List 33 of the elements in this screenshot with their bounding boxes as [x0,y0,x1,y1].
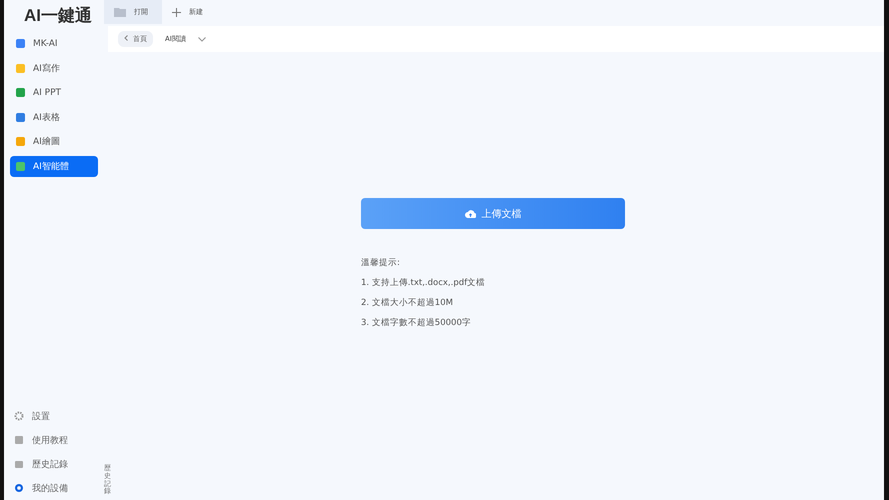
sidebar-item[interactable]: AI寫作 [10,58,98,78]
tip-text: 1. 支持上傳.txt,.docx,.pdf文檔 [361,277,486,289]
sidebar-label: MK-AI [33,38,58,48]
sidebar-item[interactable]: AI智能體 [10,156,98,176]
settings-icon [14,411,24,421]
app-logo: AI一鍵通 [23,5,93,27]
sidebar-footer-item[interactable]: 使用教程 [10,428,98,452]
plus-icon [172,8,181,16]
sidebar-label: AI表格 [33,112,60,124]
footer-label: 歷史記錄 [32,458,68,470]
sidebar-footer-item[interactable]: 歷史記錄 [10,452,98,476]
sidebar-footer-item[interactable]: 設置 [10,404,98,428]
sidebar-label: AI智能體 [33,160,69,172]
sidebar-label: AI寫作 [33,62,60,74]
tips-title: 溫馨提示: [361,257,401,269]
device-icon [14,483,24,493]
cloud-upload-icon [464,210,476,218]
footer-label: 設置 [32,410,50,422]
upload-button[interactable]: 上傳文檔 [361,198,625,229]
sidebar-label: AI PPT [33,88,62,98]
sidebar-item[interactable]: AI表格 [10,106,98,128]
sidebar-item[interactable]: AI繪圖 [10,131,98,152]
sidebar-label: AI繪圖 [33,136,60,148]
tip-text: 2. 文檔大小不超過10M [361,297,454,309]
sidebar-footer-item[interactable]: 我的設備 [10,476,98,500]
sidebar-item[interactable]: AI PPT [10,82,98,103]
tip-text: 3. 文檔字數不超過50000字 [361,317,472,329]
folder-icon [114,7,126,17]
footer-label: 我的設備 [32,482,68,494]
chevron-left-icon [124,35,128,41]
chevron-down-icon[interactable] [198,36,206,42]
sidebar-item[interactable]: MK-AI [10,33,98,54]
footer-label: 使用教程 [32,434,68,446]
